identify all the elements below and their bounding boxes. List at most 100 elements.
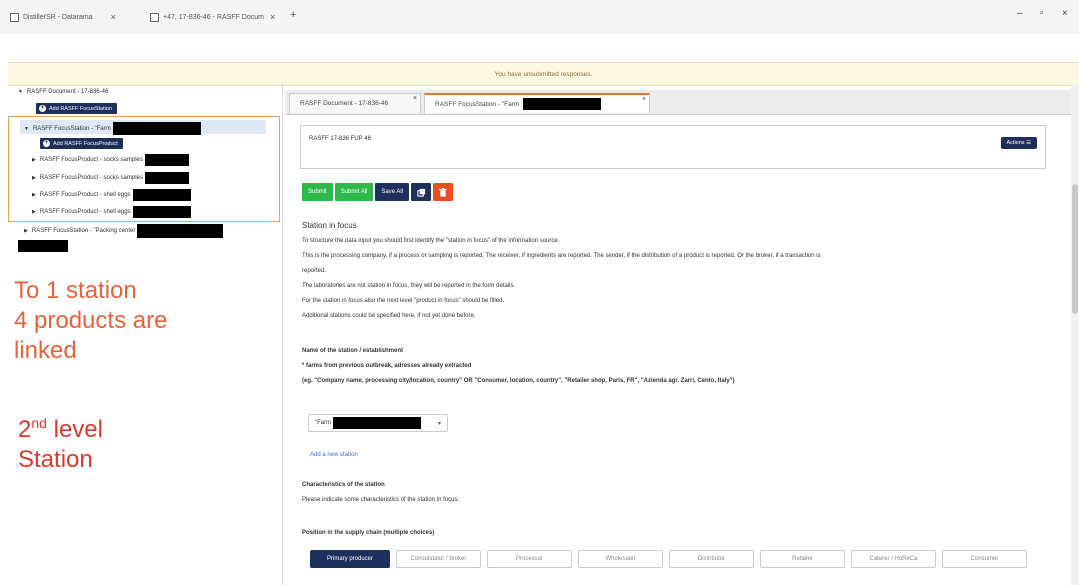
tab-label: RASFF Document - 17-836-46 [300,100,389,107]
minimize-icon[interactable]: – [1017,8,1023,19]
browser-tab-label: DistillerSR - Datarama [23,13,93,21]
copy-button[interactable] [411,183,432,201]
save-all-button[interactable]: Save All [375,183,410,201]
redaction-block [112,122,201,135]
option-consolidator-broker[interactable]: Consolidator / broker [396,550,481,568]
browser-tab-label: +47, 17-836-46 - RASFF Docum [163,13,264,21]
redaction-block [18,240,68,252]
close-icon[interactable]: × [270,12,275,22]
supply-chain-label: Position in the supply chain (multiple c… [302,530,435,536]
plus-icon: + [43,140,50,147]
expand-down-icon[interactable]: ▼ [18,89,23,95]
close-icon[interactable]: × [642,96,646,103]
annotation-superscript: nd [31,415,47,431]
section-title: Station in focus [302,221,357,230]
tree-node-product[interactable]: ▶ RASFF FocusProduct - shell eggs [32,206,191,218]
tab-rasff-document[interactable]: RASFF Document - 17-836-46 × [289,93,421,113]
notice-text: You have unsubmitted responses. [494,70,593,78]
tree-node-label: RASFF FocusStation - "Farm [32,125,111,132]
trash-icon [439,187,447,197]
tree-node-label: RASFF Document - 17-836-46 [26,89,109,95]
browser-tab-distiller[interactable]: DistillerSR - Datarama × [10,8,116,26]
option-primary-producer[interactable]: Primary producer [310,550,390,568]
form-action-buttons: Submit Submit All Save All [302,183,454,201]
annotation-second-level: 2nd level Station [18,408,103,475]
station-select[interactable]: "Farm ▾ [308,414,448,432]
redaction-block [132,206,191,218]
add-focus-product-button[interactable]: + Add RASFF FocusProduct [40,138,123,149]
redaction-block [333,417,422,429]
button-label: Add RASFF FocusStation [49,105,112,112]
annotation-line: To 1 station [14,277,137,304]
field-label-station-name: Name of the station / establishment [302,348,404,354]
instruction-text: For the station in focus also the next l… [302,298,505,304]
new-tab-button[interactable]: + [290,9,296,21]
expand-right-icon[interactable]: ▶ [32,175,36,181]
document-header: RASFF 17-836 FUP 46 Actions ☰ [300,125,1046,169]
expand-right-icon[interactable]: ▶ [32,157,36,163]
maximize-icon[interactable]: ▫ [1040,8,1044,19]
browser-tab-rasff[interactable]: +47, 17-836-46 - RASFF Docum × [150,8,275,26]
window-close-icon[interactable]: × [1062,8,1068,19]
submit-button[interactable]: Submit [302,183,333,201]
tree-node-label: RASFF FocusStation - "Packing center [31,228,136,234]
redaction-block [137,224,224,238]
annotation-linked-products: To 1 station 4 products are linked [14,276,167,366]
characteristics-description: Please indicate some characteristics of … [302,497,460,503]
button-label: Add RASFF FocusProduct [53,140,118,147]
annotation-line: 4 products are [14,307,168,334]
instruction-text: This is the processing company, if a pro… [302,253,821,259]
field-example: (eg. "Company name, processing city/loca… [302,378,735,384]
close-icon[interactable]: × [413,95,417,102]
tree-root-document[interactable]: ▼ RASFF Document - 17-836-46 [18,89,108,95]
instruction-text: reported. [302,268,327,274]
tree-node-label: RASFF FocusProduct - socks samples [39,157,143,163]
favicon-icon [10,12,19,22]
tab-focus-station[interactable]: RASFF FocusStation - "Farm × [424,93,650,113]
redaction-block [144,154,189,166]
redaction-block [144,172,189,184]
annotation-line: 2nd level [18,408,103,445]
tree-node-label: RASFF FocusProduct - shell eggs [39,209,131,215]
option-distributor[interactable]: Distributor [669,550,754,568]
option-consumer[interactable]: Consumer [942,550,1027,568]
instruction-text: To structure the data input you should f… [302,238,560,244]
scrollbar[interactable] [1071,84,1079,585]
tree-node-station-farm[interactable]: ▼ RASFF FocusStation - "Farm [24,122,201,135]
tree-node-label: RASFF FocusProduct - socks samples [39,175,143,181]
instruction-text: Additional stations could be specified h… [302,313,476,319]
tree-node-station-packing[interactable]: ▶ RASFF FocusStation - "Packing center [24,224,224,238]
expand-right-icon[interactable]: ▶ [24,228,28,234]
browser-tab-strip: DistillerSR - Datarama × +47, 17-836-46 … [0,0,1079,34]
scrollbar-thumb[interactable] [1072,184,1078,314]
add-new-station-link[interactable]: Add a new station [310,452,358,458]
option-wholesaler[interactable]: Wholesaler [578,550,663,568]
copy-icon [416,188,425,197]
annotation-line: Station [18,446,93,473]
add-focus-station-button[interactable]: + Add RASFF FocusStation [36,103,117,114]
submit-all-button[interactable]: Submit All [334,183,374,201]
annotation-line: linked [14,337,77,364]
option-retailer[interactable]: Retailer [760,550,845,568]
tree-node-product[interactable]: ▶ RASFF FocusProduct - socks samples [32,172,189,184]
expand-right-icon[interactable]: ▶ [32,209,36,215]
expand-right-icon[interactable]: ▶ [32,192,36,198]
supply-chain-options: Primary producer Consolidator / broker P… [310,550,1027,568]
redaction-block [132,189,191,201]
delete-button[interactable] [433,183,454,201]
document-reference: RASFF 17-836 FUP 46 [309,136,371,142]
chevron-down-icon[interactable]: ▾ [438,420,441,427]
tree-node-product[interactable]: ▶ RASFF FocusProduct - shell eggs [32,189,191,201]
expand-down-icon[interactable]: ▼ [24,126,29,132]
option-caterer-horeca[interactable]: Caterer / HoReCa [851,550,936,568]
actions-button[interactable]: Actions ☰ [1000,137,1037,149]
tree-node-label: RASFF FocusProduct - shell eggs [39,192,131,198]
plus-icon: + [39,105,46,112]
close-icon[interactable]: × [111,12,116,22]
tab-label: RASFF FocusStation - "Farm [435,100,520,108]
tree-node-product[interactable]: ▶ RASFF FocusProduct - socks samples [32,154,189,166]
redaction-block [523,98,602,110]
annotation-word: level [53,416,103,443]
field-note: * farms from previous outbreak, adresses… [302,363,472,369]
option-processor[interactable]: Processor [487,550,572,568]
